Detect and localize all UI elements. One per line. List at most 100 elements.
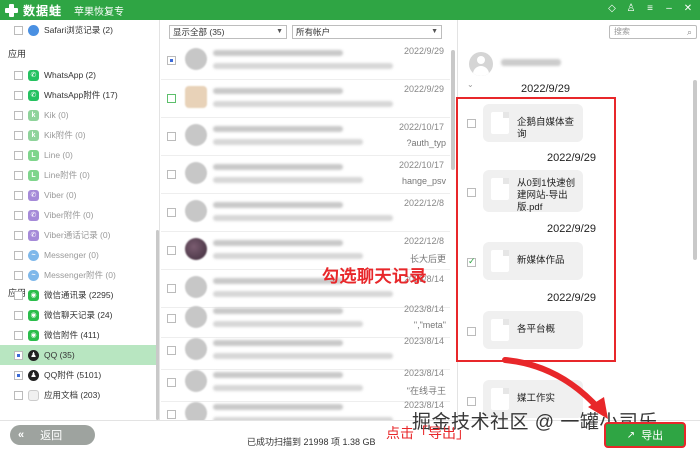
export-icon: ↗ <box>626 429 636 441</box>
chevron-down-icon[interactable]: ⌄ <box>467 80 474 89</box>
line-icon: L <box>28 169 39 181</box>
blurred-preview <box>213 353 393 359</box>
sidebar-item-line[interactable]: L Line (0) <box>0 145 156 165</box>
conversation-row[interactable]: 2022/9/29 <box>161 80 450 118</box>
account-filter-select[interactable]: 所有帐户 ▼ <box>292 25 442 39</box>
minimize-icon[interactable]: – <box>663 3 675 15</box>
menu-icon[interactable]: ≡ <box>644 3 656 15</box>
file-message-bubble[interactable]: 从0到1快速创建网站-导出版.pdf <box>483 170 583 213</box>
sidebar-checkbox[interactable] <box>14 210 23 220</box>
blurred-name <box>213 88 343 94</box>
conversation-row[interactable]: 2023/8/14 <box>161 396 450 420</box>
sidebar-item-qq-attachments[interactable]: ♟ QQ附件 (5101) <box>0 365 156 385</box>
back-button[interactable]: « 返回 <box>10 425 95 445</box>
sidebar-checkbox[interactable] <box>14 90 23 100</box>
blurred-preview <box>213 291 393 297</box>
sidebar-item-wechat-contacts[interactable]: ◉ 微信通讯录 (2295) <box>0 285 156 305</box>
message-date: 2022/9/29 <box>547 292 596 304</box>
sidebar-item-qq[interactable]: ♟ QQ (35) <box>0 345 156 365</box>
sidebar-item-wechat-attachments[interactable]: ◉ 微信附件 (411) <box>0 325 156 345</box>
sidebar-item-viber-attachments[interactable]: ✆ Viber附件 (0) <box>0 205 156 225</box>
conversation-row[interactable]: 2022/10/17 ?auth_typ <box>161 118 450 156</box>
sidebar-scrollbar[interactable] <box>156 230 159 420</box>
sidebar-checkbox[interactable] <box>14 130 23 140</box>
sidebar-checkbox[interactable] <box>14 190 23 200</box>
sidebar-item-safari[interactable]: Safari浏览记录 (2) <box>0 20 156 40</box>
avatar <box>185 162 207 184</box>
conversation-list: 显示全部 (35) ▼ 所有帐户 ▼ 2022/9/29 2022/9/29 2… <box>161 20 458 420</box>
message-checkbox[interactable] <box>467 397 476 406</box>
sidebar-item-app-documents[interactable]: 应用文档 (203) <box>0 385 156 405</box>
message-checkbox[interactable] <box>467 327 476 336</box>
sidebar-item-kik[interactable]: k Kik (0) <box>0 105 156 125</box>
conversation-row[interactable]: 2022/10/17 hange_psv <box>161 156 450 194</box>
message-checkbox[interactable] <box>467 256 476 267</box>
sidebar-checkbox[interactable] <box>14 170 23 180</box>
file-message-bubble[interactable]: 企鹅自媒体查询 <box>483 104 583 142</box>
diamond-icon[interactable]: ◇ <box>606 3 618 15</box>
file-message-bubble[interactable]: 各平台概 <box>483 311 583 349</box>
row-checkbox[interactable] <box>167 246 176 255</box>
row-checkbox[interactable] <box>167 94 176 103</box>
row-checkbox[interactable] <box>167 314 176 323</box>
file-name: 新媒体作品 <box>517 255 565 266</box>
double-chevron-left-icon: « <box>18 429 25 441</box>
sidebar-item-label: WhatsApp (2) <box>44 70 96 80</box>
export-button[interactable]: ↗ 导出 <box>604 422 686 448</box>
blurred-preview <box>213 177 363 183</box>
conversation-row[interactable]: 2022/12/8 <box>161 194 450 232</box>
row-snippet: ?auth_typ <box>406 138 446 148</box>
sidebar-item-label: 应用文档 (203) <box>44 390 101 400</box>
document-icon <box>28 389 39 401</box>
sidebar-checkbox[interactable] <box>14 270 23 280</box>
sidebar-item-wechat-chats[interactable]: ◉ 微信聊天记录 (24) <box>0 305 156 325</box>
sidebar-checkbox[interactable] <box>14 110 23 120</box>
row-checkbox[interactable] <box>167 284 176 293</box>
sidebar-item-kik-attachments[interactable]: k Kik附件 (0) <box>0 125 156 145</box>
row-checkbox[interactable] <box>167 170 176 179</box>
display-filter-select[interactable]: 显示全部 (35) ▼ <box>169 25 287 39</box>
list-scrollbar[interactable] <box>451 50 455 170</box>
row-checkbox[interactable] <box>167 410 176 419</box>
sidebar-item-whatsapp[interactable]: ✆ WhatsApp (2) <box>0 65 156 85</box>
user-icon[interactable]: ♙ <box>625 3 637 15</box>
row-checkbox[interactable] <box>167 346 176 355</box>
row-checkbox[interactable] <box>167 208 176 217</box>
app-subtitle: 苹果恢复专 <box>74 6 125 18</box>
sidebar-checkbox[interactable] <box>14 350 23 360</box>
sidebar-checkbox[interactable] <box>14 250 23 260</box>
sidebar-item-label: QQ附件 (5101) <box>44 370 102 380</box>
search-icon[interactable]: ⌕ <box>687 26 692 38</box>
annotation-check-chat: 勾选聊天记录 <box>322 267 427 286</box>
blurred-preview <box>213 253 363 259</box>
avatar <box>185 238 207 260</box>
file-message-bubble[interactable]: 新媒体作品 <box>483 242 583 280</box>
close-icon[interactable]: ✕ <box>682 3 694 15</box>
sidebar-checkbox[interactable] <box>14 310 23 320</box>
message-checkbox[interactable] <box>467 188 476 197</box>
message-checkbox[interactable] <box>467 119 476 128</box>
row-checkbox[interactable] <box>167 378 176 387</box>
sidebar-item-messenger[interactable]: ~ Messenger (0) <box>0 245 156 265</box>
detail-scrollbar[interactable] <box>693 80 697 260</box>
sidebar-checkbox[interactable] <box>14 290 23 300</box>
search-input[interactable]: 搜索 ⌕ <box>609 25 697 39</box>
file-name: 各平台概 <box>517 324 556 335</box>
message-date: 2022/9/29 <box>547 152 596 164</box>
row-checkbox[interactable] <box>167 56 176 65</box>
sidebar-checkbox[interactable] <box>14 230 23 240</box>
sidebar-checkbox[interactable] <box>14 25 23 35</box>
sidebar-item-viber-calls[interactable]: ✆ Viber通话记录 (0) <box>0 225 156 245</box>
sidebar-item-line-attachments[interactable]: L Line附件 (0) <box>0 165 156 185</box>
sidebar-checkbox[interactable] <box>14 70 23 80</box>
sidebar-item-messenger-attachments[interactable]: ~ Messenger附件 (0) <box>0 265 156 285</box>
sidebar-item-viber[interactable]: ✆ Viber (0) <box>0 185 156 205</box>
sidebar-checkbox[interactable] <box>14 370 23 380</box>
message-date: 2022/9/29 <box>521 83 570 95</box>
row-checkbox[interactable] <box>167 132 176 141</box>
sidebar-checkbox[interactable] <box>14 150 23 160</box>
sidebar-checkbox[interactable] <box>14 330 23 340</box>
sidebar-checkbox[interactable] <box>14 390 23 400</box>
conversation-row[interactable]: 2022/9/29 <box>161 42 450 80</box>
sidebar-item-whatsapp-attachments[interactable]: ✆ WhatsApp附件 (17) <box>0 85 156 105</box>
